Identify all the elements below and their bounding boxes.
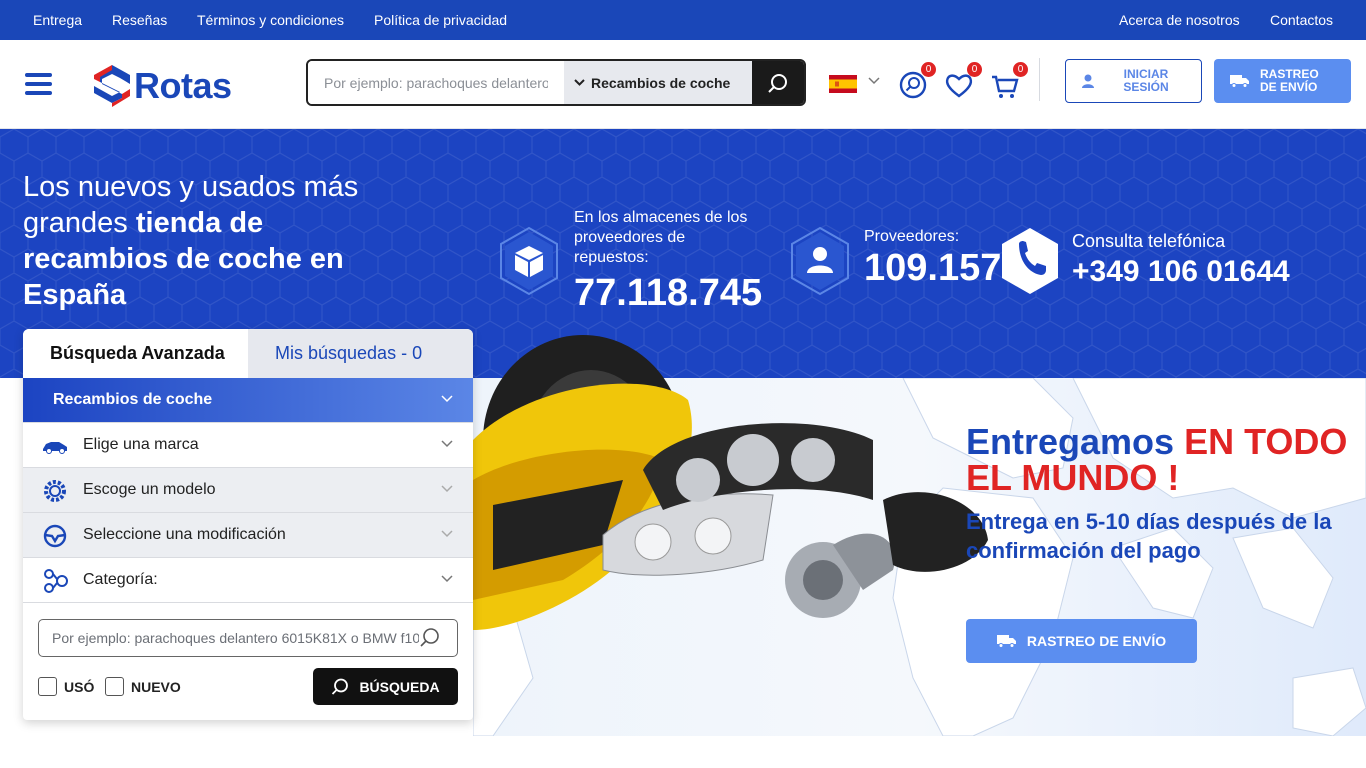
stat-suppliers-value: 109.157 [864,247,1002,289]
stat-phone: Consulta telefónica +349 106 01644 [1072,231,1290,289]
delivery-title: Entregamos EN TODO EL MUNDO ! [966,421,1348,498]
tab-advanced-search[interactable]: Búsqueda Avanzada [23,329,248,378]
tab-my-searches[interactable]: Mis búsquedas - 0 [248,329,473,378]
panel-search-box [38,619,458,657]
topnav-link-delivery[interactable]: Entrega [33,12,82,28]
truck-icon [996,635,1016,648]
stat-phone-label: Consulta telefónica [1072,231,1226,251]
topnav-link-terms[interactable]: Términos y condiciones [197,12,344,28]
search-icon[interactable] [419,627,441,649]
new-checkbox-box[interactable] [105,677,124,696]
search-tabs: Búsqueda Avanzada Mis búsquedas - 0 [23,329,473,378]
used-checkbox-label: USÓ [64,678,95,695]
panel-search-button[interactable]: BÚSQUEDA [313,668,458,705]
delivery-tracking-label: RASTREO DE ENVÍO [1026,633,1167,649]
panel-search-button-label: BÚSQUEDA [359,678,440,695]
chevron-down-icon[interactable] [868,77,880,85]
top-nav-bar: Entrega Reseñas Términos y condiciones P… [0,0,1366,40]
new-checkbox-label: NUEVO [131,678,181,695]
chevron-down-icon [441,485,453,493]
stat-phone-value[interactable]: +349 106 01644 [1072,255,1290,289]
stat-warehouse: En los almacenes de los proveedores de r… [574,208,764,315]
stat-suppliers-label: Proveedores: [864,228,960,245]
hero-title: Los nuevos y usados más grandes tienda d… [23,171,359,311]
login-button[interactable]: INICIAR SESIÓN [1065,59,1202,103]
logo-text: Rotas [134,64,232,106]
modification-select-label: Seleccione una modificación [83,526,286,543]
chevron-down-icon [441,395,453,403]
delivery-subtitle: Entrega en 5-10 días después de la confi… [966,509,1332,563]
wishlist-badge: 0 [967,62,982,77]
new-checkbox[interactable]: NUEVO [105,677,181,696]
search-icon [768,73,788,93]
header-search: Recambios de coche [306,59,806,106]
parts-category-icon [44,569,68,593]
logo-mark-icon [94,64,130,107]
user-icon [1082,74,1094,88]
chevron-down-icon [441,575,453,583]
topnav-link-privacy[interactable]: Política de privacidad [374,12,507,28]
chevron-down-icon [441,530,453,538]
heart-icon[interactable]: 0 [942,62,982,102]
account-badge: 0 [921,62,936,77]
brand-select-label: Elige una marca [83,436,199,453]
chevron-down-icon [574,79,585,86]
stat-warehouse-label: En los almacenes de los proveedores de r… [574,209,748,266]
model-select[interactable]: Escoge un modelo [23,468,473,513]
topnav-link-contacts[interactable]: Contactos [1270,12,1333,28]
cart-badge: 0 [1013,62,1028,77]
header-divider [1039,58,1040,101]
delivery-tracking-button[interactable]: RASTREO DE ENVÍO [966,619,1197,663]
car-parts-image [473,335,988,630]
main-header: Rotas Recambios de coche 0 0 0 INICIARSE… [0,40,1366,129]
category-type-select[interactable]: Recambios de coche [23,378,473,423]
truck-icon [1230,75,1249,88]
panel-search-input[interactable] [39,630,419,646]
category-select-label: Categoría: [83,571,158,588]
login-label: INICIAR SESIÓN [1123,67,1169,94]
category-select[interactable]: Categoría: [23,558,473,603]
search-category-label: Recambios de coche [591,74,731,91]
advanced-search-panel: Búsqueda Avanzada Mis búsquedas - 0 Reca… [23,329,473,720]
gear-icon [44,480,66,502]
search-category-select[interactable]: Recambios de coche [564,61,753,104]
modification-select[interactable]: Seleccione una modificación [23,513,473,558]
steering-wheel-icon [43,524,67,548]
account-search-icon[interactable]: 0 [896,62,936,102]
stat-warehouse-value: 77.118.745 [574,272,763,314]
spain-flag-icon[interactable] [829,75,857,93]
supplier-icon [791,226,849,296]
cart-icon[interactable]: 0 [988,62,1028,102]
tracking-button[interactable]: RASTREO DE ENVÍO [1214,59,1351,103]
header-search-input[interactable] [308,61,565,104]
brand-select[interactable]: Elige una marca [23,423,473,468]
header-search-button[interactable] [752,61,804,104]
car-icon [43,442,67,454]
site-logo[interactable]: Rotas [92,63,232,108]
tracking-label: RASTREO DE ENVÍO [1260,67,1319,94]
model-select-label: Escoge un modelo [83,481,216,498]
topnav-link-reviews[interactable]: Reseñas [112,12,167,28]
stat-suppliers: Proveedores: 109.157 [864,227,1001,290]
topnav-link-about[interactable]: Acerca de nosotros [1119,12,1240,28]
category-type-label: Recambios de coche [53,391,213,408]
used-checkbox-box[interactable] [38,677,57,696]
used-checkbox[interactable]: USÓ [38,677,94,696]
box-icon [500,226,558,296]
search-icon [332,678,349,695]
phone-icon[interactable] [999,226,1061,296]
chevron-down-icon [441,440,453,448]
menu-icon[interactable] [25,73,52,95]
